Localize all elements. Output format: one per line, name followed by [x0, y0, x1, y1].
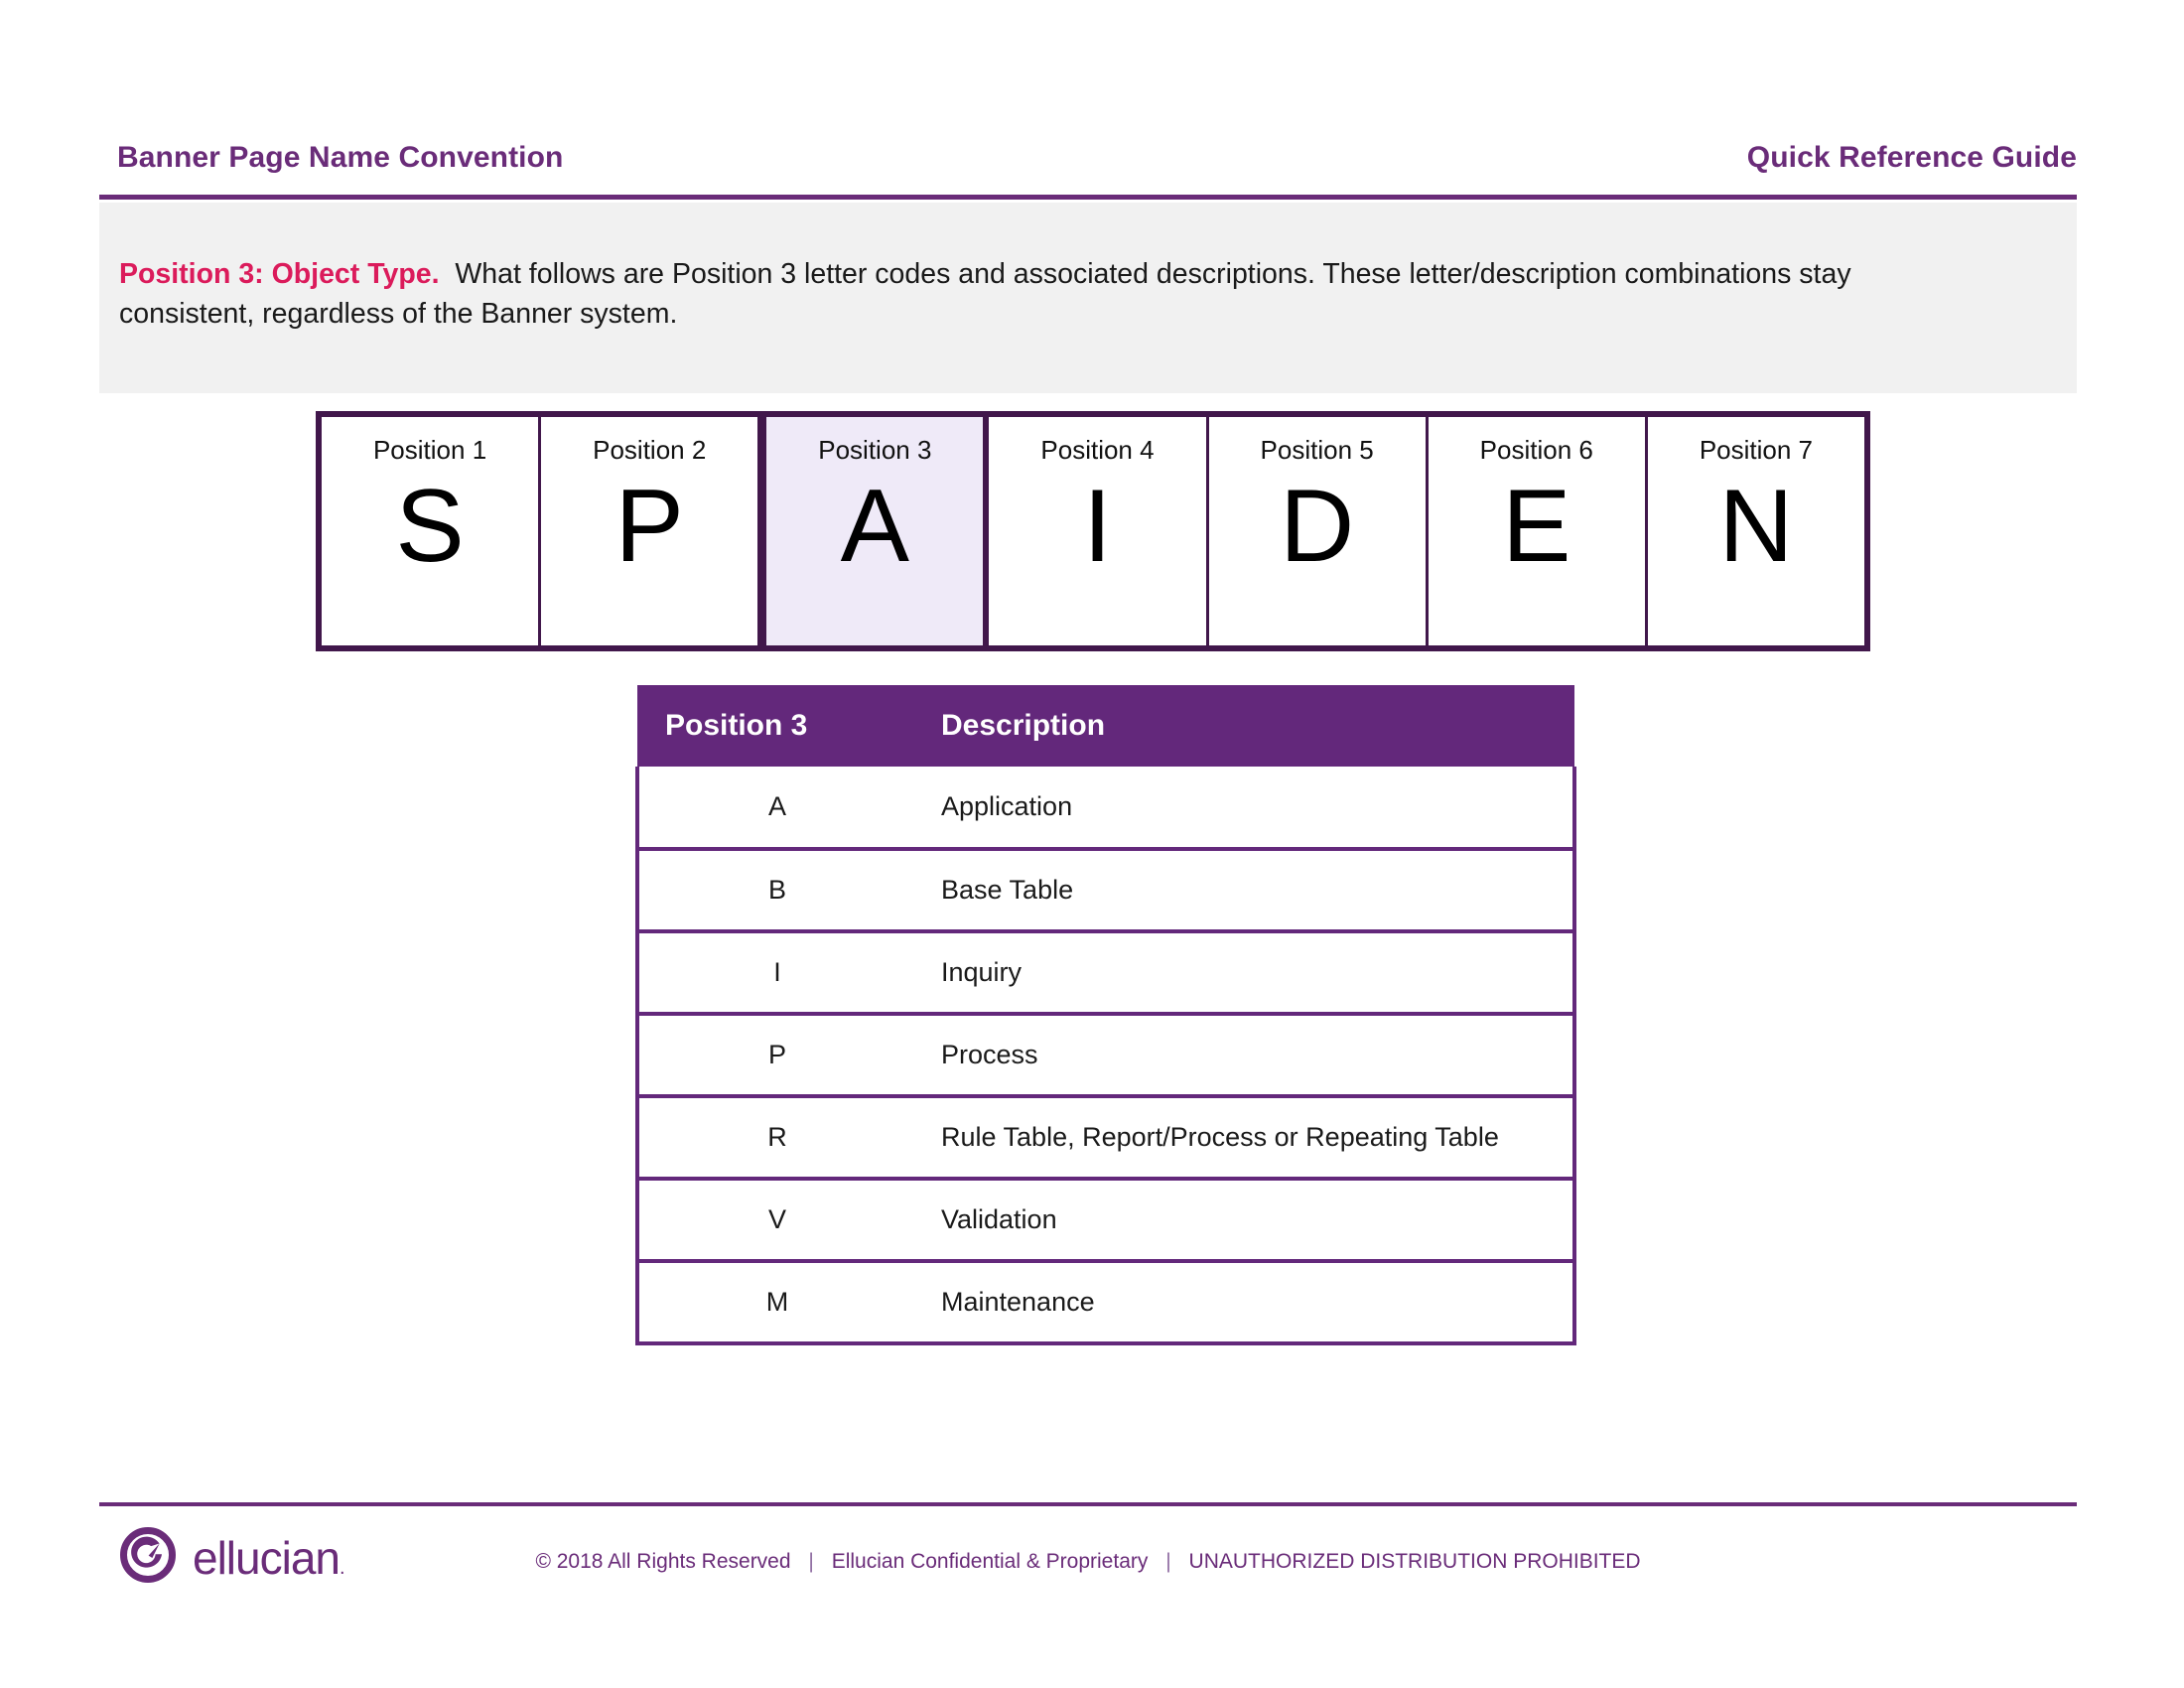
- page-footer: ellucian. © 2018 All Rights Reserved | E…: [99, 1514, 2077, 1633]
- position-cell-1: Position 1 S: [322, 417, 542, 645]
- position-cell-4: Position 4 I: [989, 417, 1209, 645]
- column-header-description: Description: [915, 685, 1574, 767]
- table-header: Position 3 Description: [637, 685, 1574, 767]
- intro-lead-label: Position 3: Object Type.: [119, 258, 440, 290]
- position-cell-label: Position 5: [1260, 435, 1374, 465]
- table-cell-description: Inquiry: [915, 931, 1576, 1016]
- position3-table-container: Position 3 Description A Application B Base…: [635, 685, 1576, 1345]
- position-cell-label: Position 2: [593, 435, 707, 465]
- page-title: Banner Page Name Convention: [117, 141, 564, 174]
- table-cell-description: Process: [915, 1014, 1576, 1098]
- table-cell-description: Maintenance: [915, 1261, 1576, 1345]
- intro-paragraph: Position 3: Object Type. What follows ar…: [119, 254, 1946, 335]
- table-cell-code: A: [635, 767, 915, 851]
- position-cell-letter: E: [1502, 469, 1571, 584]
- page-header: Banner Page Name Convention Quick Refere…: [117, 127, 2077, 189]
- table-row: A Application: [635, 767, 1576, 851]
- position-cell-6: Position 6 E: [1428, 417, 1648, 645]
- position-cell-label: Position 7: [1699, 435, 1813, 465]
- table-row: P Process: [635, 1014, 1576, 1098]
- footer-separator-1: |: [808, 1550, 814, 1573]
- position-cell-letter: A: [840, 469, 910, 584]
- intro-callout: Position 3: Object Type. What follows ar…: [99, 203, 2077, 393]
- position-cell-label: Position 6: [1479, 435, 1593, 465]
- table-row: V Validation: [635, 1179, 1576, 1263]
- position-cell-letter: D: [1280, 469, 1355, 584]
- table-row: I Inquiry: [635, 931, 1576, 1016]
- table-row: R Rule Table, Report/Process or Repeating…: [635, 1096, 1576, 1181]
- table-cell-code: R: [635, 1096, 915, 1181]
- table-cell-description: Rule Table, Report/Process or Repeating …: [915, 1096, 1576, 1181]
- footer-copyright: © 2018 All Rights Reserved: [535, 1550, 791, 1573]
- column-header-position3: Position 3: [637, 685, 915, 767]
- footer-distribution: UNAUTHORIZED DISTRIBUTION PROHIBITED: [1188, 1550, 1641, 1573]
- table-cell-code: V: [635, 1179, 915, 1263]
- position-cell-label: Position 1: [372, 435, 487, 465]
- page-subtitle: Quick Reference Guide: [1746, 141, 2077, 174]
- position-cell-2: Position 2 P: [541, 417, 761, 645]
- position-cell-5: Position 5 D: [1208, 417, 1429, 645]
- position-cell-letter: I: [1083, 469, 1112, 584]
- table-cell-code: I: [635, 931, 915, 1016]
- header-divider: [99, 195, 2077, 200]
- position-strip: Position 1 S Position 2 P Position 3 A Positio…: [316, 411, 1870, 651]
- footer-separator-2: |: [1165, 1550, 1171, 1573]
- position3-table: Position 3 Description A Application B Base…: [635, 685, 1576, 1345]
- table-body: A Application B Base Table I Inquiry P Process R…: [635, 767, 1576, 1345]
- footer-legal-text: © 2018 All Rights Reserved | Ellucian Co…: [99, 1550, 2077, 1574]
- table-cell-description: Validation: [915, 1179, 1576, 1263]
- table-cell-code: P: [635, 1014, 915, 1098]
- position-cell-label: Position 4: [1040, 435, 1155, 465]
- table-cell-description: Base Table: [915, 849, 1576, 933]
- position-cell-7: Position 7 N: [1647, 417, 1864, 645]
- footer-confidential: Ellucian Confidential & Proprietary: [831, 1550, 1149, 1573]
- table-row: M Maintenance: [635, 1261, 1576, 1345]
- quick-reference-guide-page: Banner Page Name Convention Quick Refere…: [0, 0, 2184, 1688]
- position-cell-label: Position 3: [818, 435, 932, 465]
- table-cell-code: M: [635, 1261, 915, 1345]
- table-header-row: Position 3 Description: [637, 685, 1574, 767]
- footer-divider: [99, 1502, 2077, 1506]
- position-cell-3: Position 3 A: [760, 417, 990, 645]
- table-cell-code: B: [635, 849, 915, 933]
- position-cell-letter: S: [395, 469, 465, 584]
- position-cell-letter: N: [1718, 469, 1794, 584]
- table-row: B Base Table: [635, 849, 1576, 933]
- position-cell-letter: P: [614, 469, 684, 584]
- table-cell-description: Application: [915, 767, 1576, 851]
